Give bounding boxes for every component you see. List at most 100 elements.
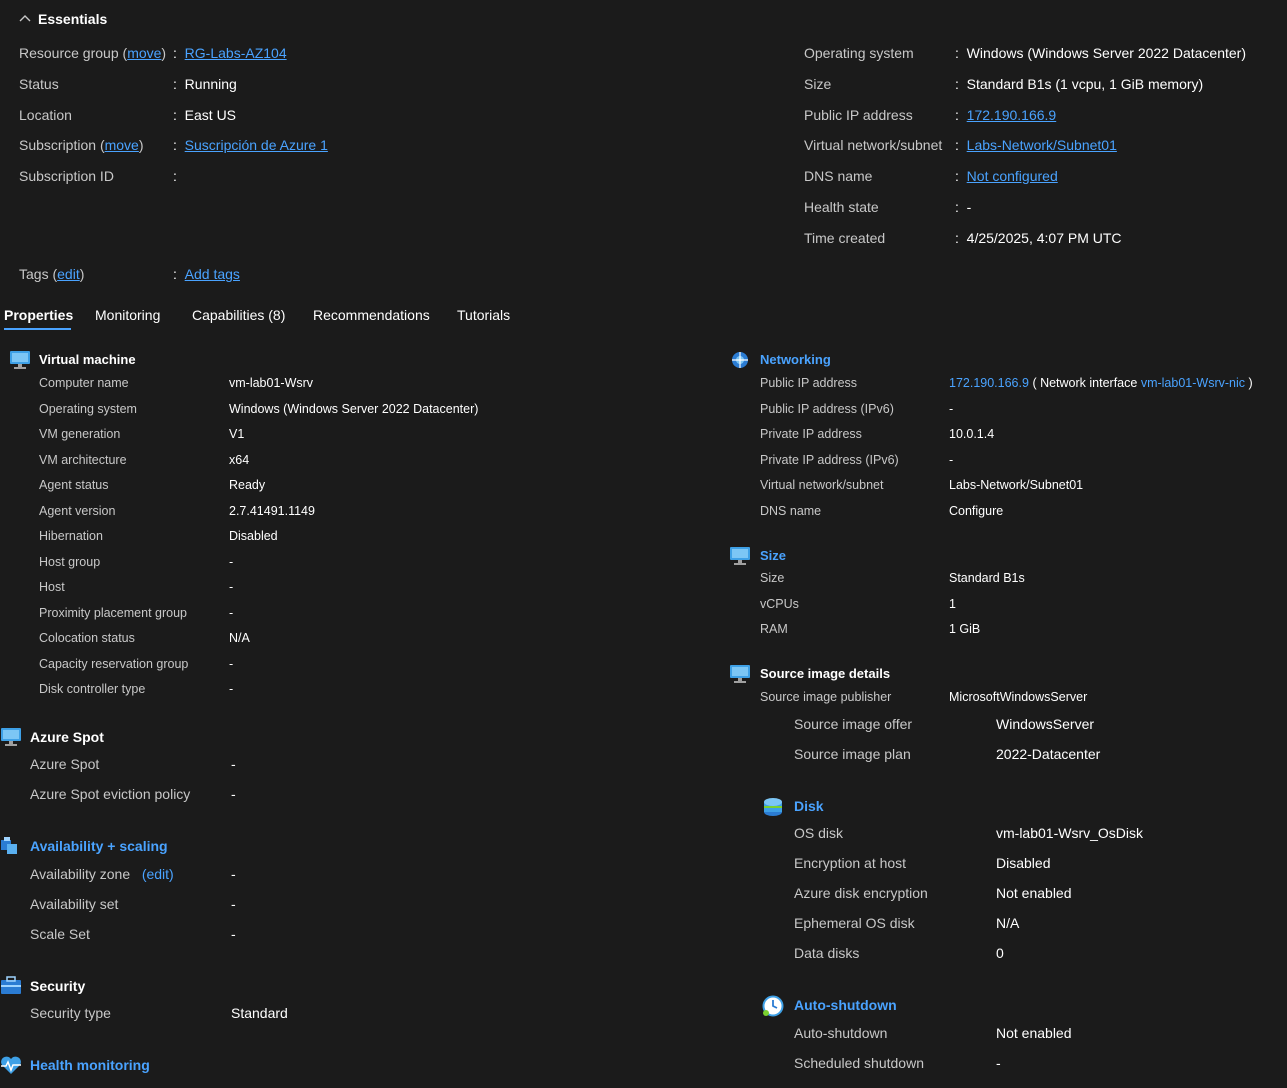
property-label: vCPUs [760,596,799,611]
property-value: - [229,580,234,594]
auto-shutdown-value: Not enabled [996,1025,1072,1041]
resource-group-value: : RG-Labs-AZ104 [173,45,287,61]
size-title[interactable]: Size [760,548,786,563]
status-label: Status [19,76,59,92]
chevron-up-icon [19,15,31,22]
disk-icon [764,798,782,816]
property-label: DNS name [760,503,822,518]
property-label: Ephemeral OS disk [794,915,915,931]
auto-shutdown-title[interactable]: Auto-shutdown [794,997,897,1013]
scale-set-label: Scale Set [30,926,90,942]
scale-set-value: - [231,926,236,942]
security-icon [1,976,21,994]
security-type-value[interactable]: Standard [231,1005,288,1021]
networking-title[interactable]: Networking [760,352,831,367]
heart-monitor-icon [1,1056,21,1074]
availability-icon [1,837,17,854]
property-value: - [229,656,234,671]
essentials-title: Essentials [38,11,108,27]
azure-spot-value: - [231,756,236,772]
property-label: Encryption at host [794,855,907,871]
tags-value: : Add tags [173,266,240,282]
source-image-publisher-label: Source image publisher [760,690,892,704]
property-value-link[interactable]: Labs-Network/Subnet01 [949,478,1083,492]
vnet-link[interactable]: Labs-Network/Subnet01 [967,137,1117,153]
health-value: : - [955,199,972,215]
property-value: 1 [949,596,956,611]
azure-spot-eviction-label: Azure Spot eviction policy [30,786,191,802]
property-label: Operating system [39,401,137,416]
property-value: 10.0.1.4 [949,427,995,441]
property-value: - [949,401,954,416]
add-tags-link[interactable]: Add tags [185,266,240,282]
property-label: Private IP address [760,427,862,441]
property-value: - [949,452,954,467]
resource-group-move-link[interactable]: move [127,45,161,61]
property-label: Agent version [39,503,116,518]
dns-value: : Not configured [955,168,1058,184]
virtual-machine-icon [730,665,750,683]
tab-active-indicator [4,328,71,330]
resource-group-label: Resource group (move) [19,45,167,61]
property-value: x64 [229,452,250,467]
property-label: VM architecture [39,452,127,467]
availability-zone-value: - [231,866,236,882]
os-label: Operating system [804,45,914,61]
tab-tutorials[interactable]: Tutorials [457,307,510,323]
property-label: Disk controller type [39,682,146,696]
availability-zone-edit-link[interactable]: (edit) [142,866,174,882]
essentials-toggle[interactable]: Essentials [18,10,107,27]
tab-recommendations[interactable]: Recommendations [313,307,430,323]
property-label: Virtual network/subnet [760,478,884,492]
tab-properties[interactable]: Properties [4,307,73,323]
property-value: 1 GiB [949,622,981,636]
virtual-machine-icon [730,547,750,565]
public-ip-link[interactable]: 172.190.166.9 [967,107,1057,123]
property-label: Host [39,580,65,594]
vnet-label: Virtual network/subnet [804,137,943,153]
scheduled-shutdown-value: - [996,1055,1001,1071]
resource-group-link[interactable]: RG-Labs-AZ104 [185,45,287,61]
tab-capabilities[interactable]: Capabilities (8) [192,307,285,323]
availability-set-label: Availability set [30,896,119,912]
security-type-label: Security type [30,1005,111,1021]
dns-link[interactable]: Not configured [967,168,1058,184]
auto-shutdown-label: Auto-shutdown [794,1025,888,1041]
availability-title[interactable]: Availability + scaling [30,838,168,854]
property-value: 0 [996,945,1004,961]
location-label: Location [19,107,72,123]
disk-title[interactable]: Disk [794,798,824,814]
status-value: : Running [173,76,237,92]
property-value: 2.7.41491.1149 [229,503,315,518]
health-monitoring-title[interactable]: Health monitoring [30,1057,150,1073]
network-interface-link[interactable]: vm-lab01-Wsrv-nic [1141,376,1245,390]
subscription-id-label: Subscription ID [19,168,114,184]
net-public-ip-link[interactable]: 172.190.166.9 [949,376,1029,390]
property-label: Host group [39,554,101,569]
property-value: Disabled [229,529,278,543]
property-value: Not enabled [996,885,1072,901]
property-value: vm-lab01-Wsrv [229,376,314,390]
tags-edit-link[interactable]: edit [57,266,80,282]
property-label: Azure disk encryption [794,885,928,901]
tab-monitoring[interactable]: Monitoring [95,307,160,323]
property-value: V1 [229,427,245,441]
property-value: Ready [229,478,266,492]
net-public-ip-value: 172.190.166.9 ( Network interface vm-lab… [949,376,1253,390]
subscription-link[interactable]: Suscripción de Azure 1 [185,137,328,153]
scheduled-shutdown-label: Scheduled shutdown [794,1055,924,1071]
source-image-offer-value: WindowsServer [996,716,1095,732]
health-label: Health state [804,199,879,215]
location-value: : East US [173,107,237,123]
networking-icon [732,352,748,368]
subscription-move-link[interactable]: move [105,137,139,153]
property-value: Disabled [996,855,1051,871]
virtual-machine-icon [1,728,21,746]
azure-spot-eviction-value: - [231,786,236,802]
public-ip-value: : 172.190.166.9 [955,107,1057,123]
property-value-link[interactable]: Configure [949,504,1003,518]
size-value: : Standard B1s (1 vcpu, 1 GiB memory) [955,76,1204,92]
virtual-machine-title: Virtual machine [39,352,136,367]
property-label: RAM [760,622,788,636]
os-value: : Windows (Windows Server 2022 Datacente… [955,45,1247,61]
